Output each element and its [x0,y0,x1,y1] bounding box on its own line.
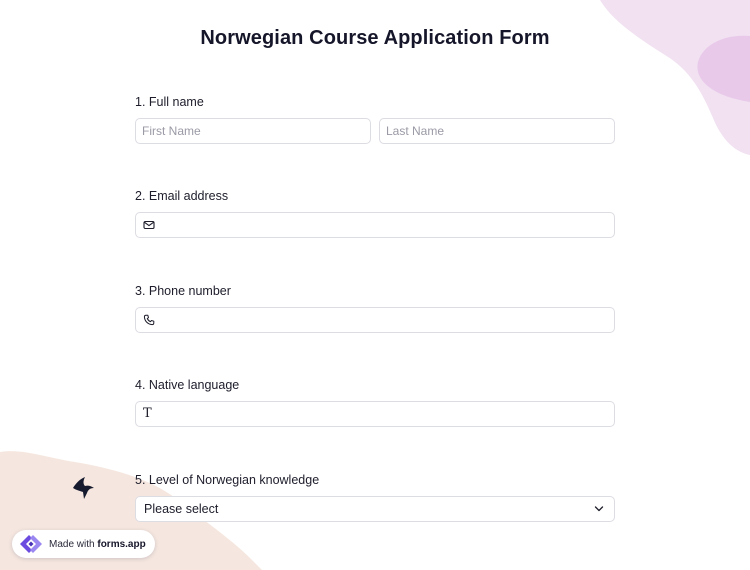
phone-icon [143,314,155,326]
question-label: 2. Email address [135,189,229,203]
native-language-input[interactable] [136,402,614,426]
email-field[interactable] [135,212,615,238]
last-name-input[interactable] [380,119,614,143]
text-icon: T [143,406,152,421]
phone-field[interactable] [135,307,615,333]
question-full-name: 1. Full name [135,94,615,144]
form-title: Norwegian Course Application Form [200,27,550,49]
native-language-field[interactable]: T [135,401,615,427]
question-norwegian-level: 5. Level of Norwegian knowledge Please s… [135,472,615,522]
question-email: 2. Email address [135,188,615,238]
email-input[interactable] [136,213,614,237]
made-with-forms-app-badge[interactable]: Made with forms.app [12,530,155,558]
norwegian-level-select[interactable]: Please select [135,496,615,522]
question-label: 4. Native language [135,378,240,392]
phone-input[interactable] [136,308,614,332]
envelope-icon [143,220,155,230]
forms-app-logo-icon [20,535,42,553]
question-label: 5. Level of Norwegian knowledge [135,473,320,487]
chevron-down-icon [594,506,604,512]
first-name-input[interactable] [136,119,370,143]
badge-brand: forms.app [97,538,146,550]
question-phone: 3. Phone number [135,283,615,333]
question-native-language: 4. Native language T [135,377,615,427]
last-name-field[interactable] [379,118,615,144]
badge-label: Made with forms.app [49,539,146,550]
top-right-blob [600,0,750,155]
select-value: Please select [144,502,219,516]
question-label: 1. Full name [135,95,204,109]
badge-prefix: Made with [49,538,98,550]
question-label: 3. Phone number [135,284,231,298]
first-name-field[interactable] [135,118,371,144]
bird-icon [73,477,94,499]
